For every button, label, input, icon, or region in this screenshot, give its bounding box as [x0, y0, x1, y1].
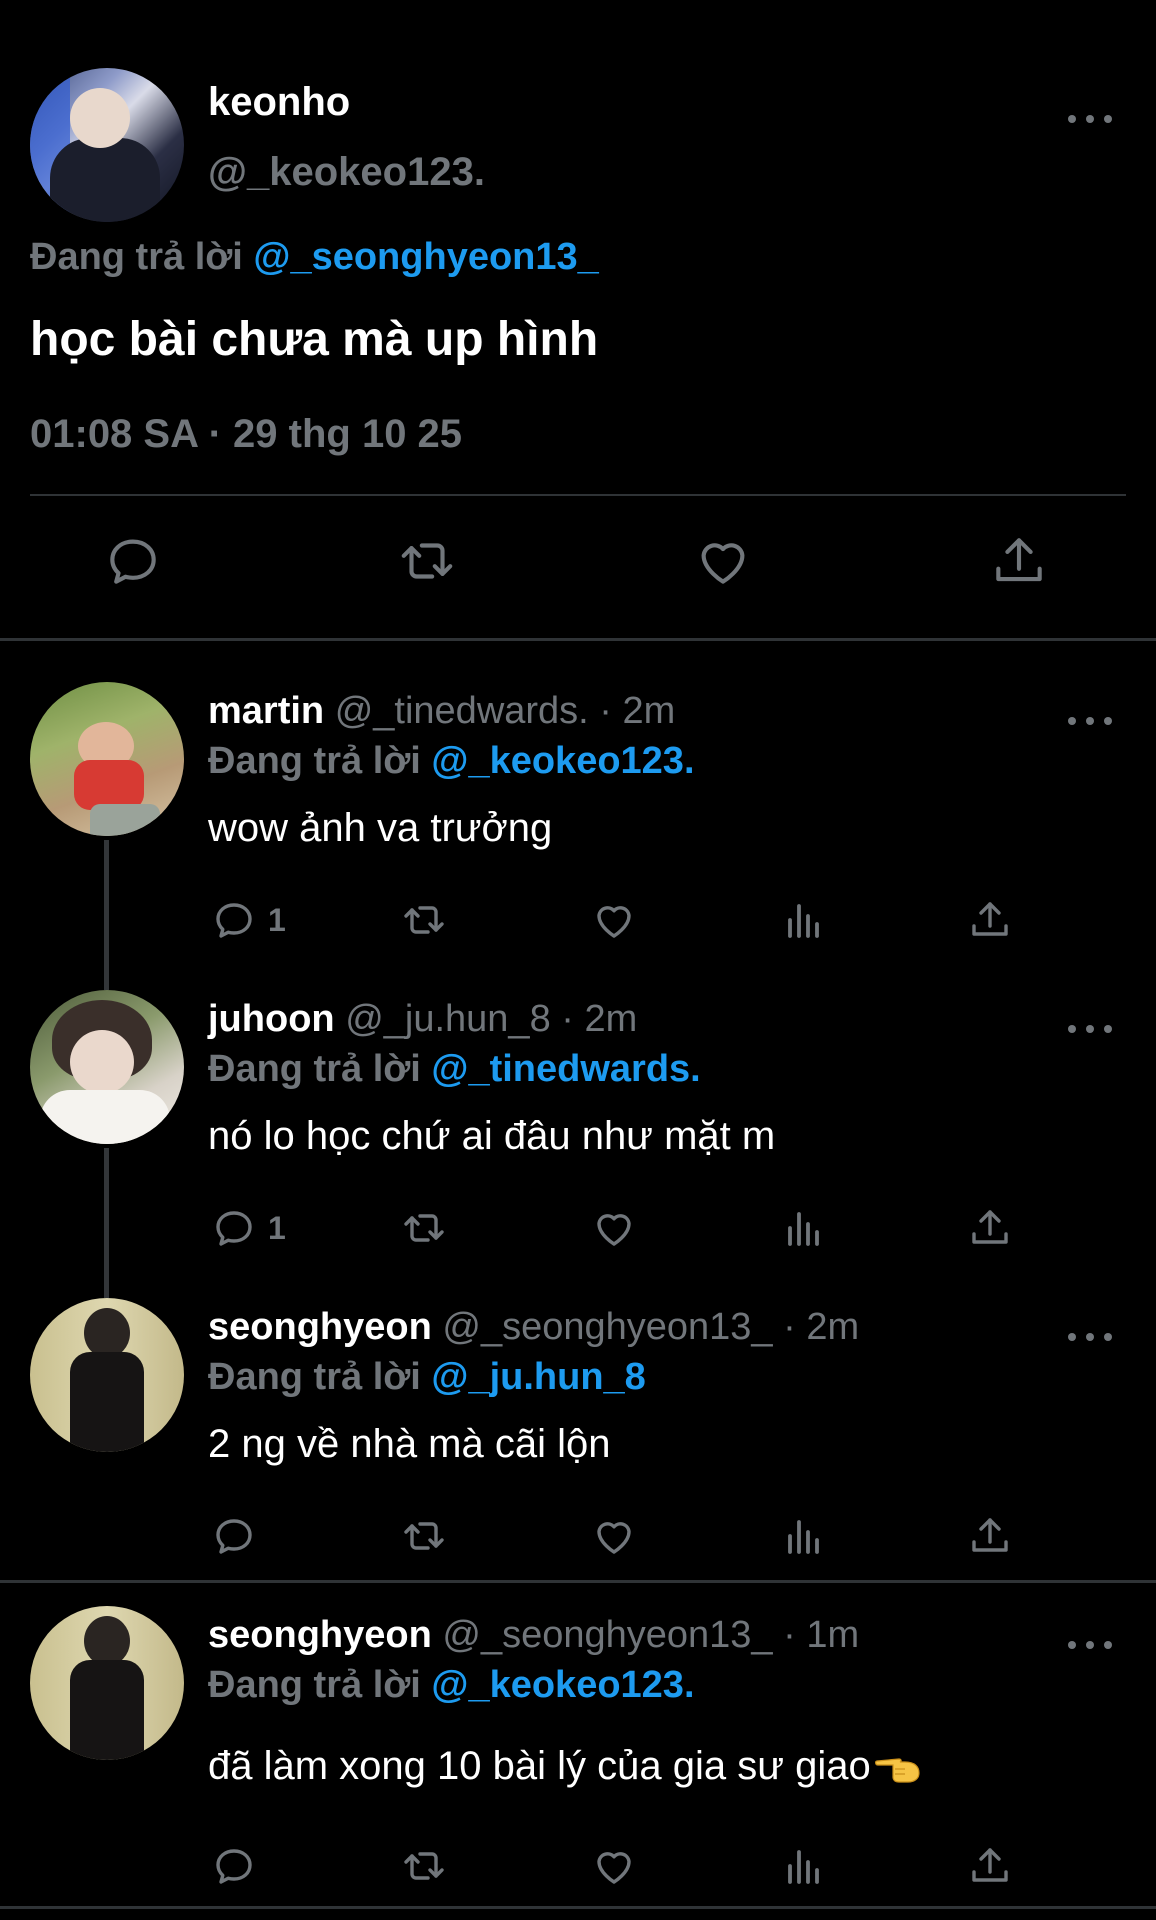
reply-count: 1 — [268, 1209, 286, 1246]
reply-text: nó lo học chứ ai đâu như mặt m — [208, 1114, 776, 1158]
share-icon[interactable] — [988, 530, 1058, 600]
relative-time: 2m — [622, 690, 676, 732]
like-icon[interactable] — [590, 1838, 638, 1894]
author-name[interactable]: martin — [208, 690, 324, 732]
replying-to-mention[interactable]: @_seonghyeon13_ — [253, 236, 598, 278]
separator: · — [772, 1614, 807, 1656]
tweet-timestamp: 01:08 SA · 29 thg 10 25 — [30, 412, 463, 456]
retweet-icon[interactable] — [400, 892, 448, 948]
section-divider — [0, 1580, 1156, 1583]
tweet-text: học bài chưa mà up hình — [30, 313, 599, 366]
replying-to-mention[interactable]: @_tinedwards. — [431, 1048, 700, 1090]
retweet-icon[interactable] — [400, 1200, 448, 1256]
separator: · — [588, 690, 623, 732]
views-icon[interactable] — [780, 892, 828, 948]
replying-to-line: Đang trả lời @_ju.hun_8 — [208, 1356, 646, 1399]
like-icon[interactable] — [692, 530, 762, 600]
share-icon[interactable] — [966, 1200, 1014, 1256]
more-options-icon[interactable] — [1068, 104, 1112, 134]
section-divider — [0, 1906, 1156, 1909]
replying-to-mention[interactable]: @_keokeo123. — [431, 1664, 694, 1706]
reply-header: juhoon @_ju.hun_8 · 2m — [208, 998, 637, 1041]
replying-to-line: Đang trả lời @_keokeo123. — [208, 740, 695, 783]
author-name[interactable]: keonho — [208, 80, 350, 125]
reply-header: martin @_tinedwards. · 2m — [208, 690, 675, 733]
replying-prefix: Đang trả lời — [208, 1048, 421, 1090]
avatar[interactable] — [30, 1606, 184, 1760]
views-icon[interactable] — [780, 1200, 828, 1256]
retweet-icon[interactable] — [396, 530, 466, 600]
share-icon[interactable] — [966, 1508, 1014, 1564]
avatar[interactable] — [30, 68, 184, 222]
avatar[interactable] — [30, 682, 184, 836]
replying-prefix: Đang trả lời — [208, 1664, 421, 1706]
reply-icon — [216, 1211, 252, 1246]
like-icon[interactable] — [590, 1200, 638, 1256]
reply-icon — [216, 903, 252, 938]
reply-tweet: seonghyeon @_seonghyeon13_ · 1m Đang trả… — [0, 1606, 1156, 1896]
retweet-icon[interactable] — [400, 1508, 448, 1564]
reply-actions: 1 — [0, 892, 1156, 948]
reply-actions — [0, 1838, 1156, 1894]
replying-to-line: Đang trả lời @_tinedwards. — [208, 1048, 701, 1091]
avatar[interactable] — [30, 990, 184, 1144]
more-options-icon[interactable] — [1068, 1630, 1112, 1660]
reply-icon[interactable] — [210, 1508, 258, 1564]
separator: · — [550, 998, 585, 1040]
reply-button[interactable]: 1 — [210, 1200, 286, 1256]
section-divider — [0, 638, 1156, 641]
relative-time: 2m — [584, 998, 638, 1040]
tweet-actions — [0, 530, 1156, 600]
author-name[interactable]: juhoon — [208, 998, 335, 1040]
views-icon[interactable] — [780, 1838, 828, 1894]
reply-text: đã làm xong 10 bài lý của gia sư giao — [208, 1744, 871, 1788]
reply-header: seonghyeon @_seonghyeon13_ · 2m — [208, 1306, 859, 1349]
pointing-hand-emoji — [874, 1758, 920, 1783]
relative-time: 2m — [806, 1306, 860, 1348]
retweet-icon[interactable] — [400, 1838, 448, 1894]
like-icon[interactable] — [590, 1508, 638, 1564]
divider — [30, 494, 1126, 496]
author-handle[interactable]: @_ju.hun_8 — [345, 998, 551, 1040]
reply-text-line: đã làm xong 10 bài lý của gia sư giao — [208, 1744, 921, 1789]
reply-tweet: seonghyeon @_seonghyeon13_ · 2m Đang trả… — [0, 1298, 1156, 1568]
reply-button[interactable]: 1 — [210, 892, 286, 948]
replying-prefix: Đang trả lời — [208, 1356, 421, 1398]
reply-icon[interactable] — [102, 530, 172, 600]
avatar[interactable] — [30, 1298, 184, 1452]
views-icon[interactable] — [780, 1508, 828, 1564]
replying-to-mention[interactable]: @_keokeo123. — [431, 740, 694, 782]
author-handle[interactable]: @_seonghyeon13_ — [442, 1306, 772, 1348]
reply-header: seonghyeon @_seonghyeon13_ · 1m — [208, 1614, 859, 1657]
relative-time: 1m — [806, 1614, 860, 1656]
share-icon[interactable] — [966, 1838, 1014, 1894]
replying-prefix: Đang trả lời — [208, 740, 421, 782]
like-icon[interactable] — [590, 892, 638, 948]
reply-actions: 1 — [0, 1200, 1156, 1256]
reply-icon[interactable] — [210, 1838, 258, 1894]
author-handle[interactable]: @_seonghyeon13_ — [442, 1614, 772, 1656]
author-name[interactable]: seonghyeon — [208, 1306, 432, 1348]
more-options-icon[interactable] — [1068, 1014, 1112, 1044]
replying-to-line: Đang trả lời @_keokeo123. — [208, 1664, 695, 1707]
reply-tweet: juhoon @_ju.hun_8 · 2m Đang trả lời @_ti… — [0, 990, 1156, 1260]
reply-tweet: martin @_tinedwards. · 2m Đang trả lời @… — [0, 682, 1156, 952]
replying-to-line: Đang trả lời @_seonghyeon13_ — [30, 236, 599, 279]
replying-prefix: Đang trả lời — [30, 236, 243, 278]
separator: · — [772, 1306, 807, 1348]
reply-actions — [0, 1508, 1156, 1564]
reply-count: 1 — [268, 901, 286, 938]
share-icon[interactable] — [966, 892, 1014, 948]
replying-to-mention[interactable]: @_ju.hun_8 — [431, 1356, 645, 1398]
main-tweet: keonho @_keokeo123. Đang trả lời @_seong… — [0, 0, 1156, 640]
more-options-icon[interactable] — [1068, 706, 1112, 736]
reply-text: 2 ng về nhà mà cãi lộn — [208, 1422, 611, 1466]
reply-text: wow ảnh va trưởng — [208, 806, 553, 850]
author-handle[interactable]: @_keokeo123. — [208, 150, 485, 195]
more-options-icon[interactable] — [1068, 1322, 1112, 1352]
author-name[interactable]: seonghyeon — [208, 1614, 432, 1656]
author-handle[interactable]: @_tinedwards. — [335, 690, 589, 732]
tweet-thread-screen: keonho @_keokeo123. Đang trả lời @_seong… — [0, 0, 1156, 1920]
